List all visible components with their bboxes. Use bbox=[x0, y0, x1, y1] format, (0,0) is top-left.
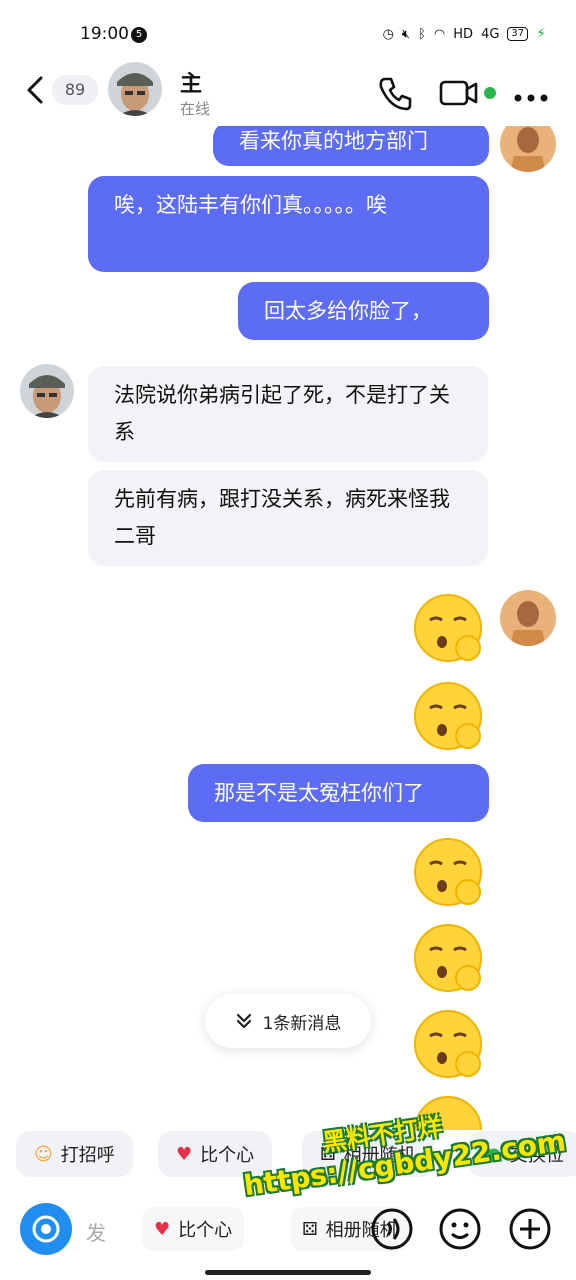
hd-icon: HD bbox=[453, 26, 474, 42]
online-status: 在线 bbox=[180, 100, 211, 118]
message-text: 看来你真的地方部门 bbox=[239, 129, 428, 153]
message-list[interactable]: 看来你真的地方部门 唉，这陆丰有你们真。。。。。唉 回太多给你脸了， 法院说你弟… bbox=[0, 126, 576, 1130]
contact-name: 主 bbox=[180, 72, 203, 97]
plus-icon[interactable] bbox=[506, 1205, 554, 1253]
more-dots-icon bbox=[514, 94, 548, 102]
message-text: 法院说你弟病引起了死，不是打了关系 bbox=[114, 383, 450, 444]
emoji-icon[interactable] bbox=[436, 1205, 484, 1253]
chat-header: 89 主 在线 bbox=[0, 60, 576, 126]
avatar-image bbox=[108, 62, 162, 116]
message-bubble[interactable]: 法院说你弟病引起了死，不是打了关系 bbox=[88, 366, 488, 462]
message-text: 回太多给你脸了， bbox=[264, 299, 432, 323]
voice-call-button[interactable] bbox=[376, 74, 414, 116]
chevron-left-icon bbox=[27, 76, 43, 104]
heart-icon: ♥ bbox=[154, 1218, 171, 1240]
more-options-button[interactable] bbox=[513, 88, 549, 107]
wifi-icon: ◠ bbox=[433, 26, 446, 42]
message-text: 唉，这陆丰有你们真。。。。。唉 bbox=[114, 193, 387, 217]
message-bubble[interactable]: 先前有病，跟打没关系，病死来怪我二哥 bbox=[88, 470, 488, 566]
phone-icon bbox=[379, 77, 412, 111]
online-indicator bbox=[484, 87, 496, 99]
back-button[interactable]: 89 bbox=[24, 75, 98, 105]
new-message-label: 1条新消息 bbox=[262, 1013, 342, 1034]
message-bubble[interactable]: 看来你真的地方部门 bbox=[213, 126, 489, 166]
message-input[interactable]: 发 bbox=[86, 1217, 106, 1246]
alarm-icon: ◷ bbox=[382, 26, 394, 42]
battery-icon: 37 bbox=[507, 27, 529, 41]
status-time: 19:00 bbox=[80, 24, 129, 44]
my-avatar[interactable] bbox=[500, 126, 556, 172]
voice-input-icon[interactable] bbox=[368, 1205, 416, 1253]
message-text: 那是不是太冤枉你们了 bbox=[214, 781, 424, 805]
home-indicator[interactable] bbox=[205, 1270, 371, 1275]
notification-badge: 5 bbox=[131, 27, 147, 43]
camera-icon bbox=[32, 1215, 60, 1243]
thinking-face-emoji[interactable] bbox=[412, 836, 488, 912]
thinking-face-emoji[interactable] bbox=[412, 680, 488, 756]
dice-icon: ⚄ bbox=[302, 1218, 318, 1240]
charging-icon: ⚡︎ bbox=[536, 26, 546, 42]
unread-count: 89 bbox=[52, 75, 98, 105]
new-message-button[interactable]: 1条新消息 bbox=[205, 994, 371, 1048]
thinking-face-emoji[interactable] bbox=[412, 922, 488, 998]
network-icon: 4G bbox=[481, 26, 500, 42]
mute-icon: 🔇︎ bbox=[401, 26, 411, 42]
message-text: 先前有病，跟打没关系，病死来怪我二哥 bbox=[114, 487, 450, 548]
video-camera-icon bbox=[439, 80, 478, 106]
my-avatar[interactable] bbox=[500, 590, 556, 646]
quick-action-greet[interactable]: ☺ 打招呼 bbox=[16, 1131, 133, 1177]
message-bubble[interactable]: 回太多给你脸了， bbox=[238, 282, 489, 340]
bluetooth-icon: ᛒ bbox=[418, 26, 426, 42]
suggestion-heart[interactable]: ♥ 比个心 bbox=[142, 1207, 245, 1251]
thinking-face-emoji[interactable] bbox=[412, 592, 488, 668]
heart-icon: ♥ bbox=[176, 1143, 193, 1165]
wave-emoji-icon: ☺ bbox=[34, 1143, 53, 1165]
message-bubble[interactable]: 唉，这陆丰有你们真。。。。。唉 bbox=[88, 176, 489, 272]
thinking-face-emoji[interactable] bbox=[412, 1008, 488, 1084]
contact-avatar[interactable] bbox=[108, 62, 162, 116]
double-chevron-down-icon bbox=[236, 1013, 251, 1029]
video-call-button[interactable] bbox=[438, 74, 480, 116]
contact-avatar-inline[interactable] bbox=[20, 364, 74, 418]
camera-button[interactable] bbox=[20, 1203, 72, 1255]
input-bar: 发 ♥ 比个心 ⚄ 相册随机 bbox=[0, 1195, 576, 1265]
status-icons: ◷ 🔇︎ ᛒ ◠ HD 4G 37 ⚡︎ bbox=[383, 26, 546, 42]
message-bubble[interactable]: 那是不是太冤枉你们了 bbox=[188, 764, 489, 822]
status-bar: 19:00 5 ◷ 🔇︎ ᛒ ◠ HD 4G 37 ⚡︎ bbox=[0, 0, 576, 60]
